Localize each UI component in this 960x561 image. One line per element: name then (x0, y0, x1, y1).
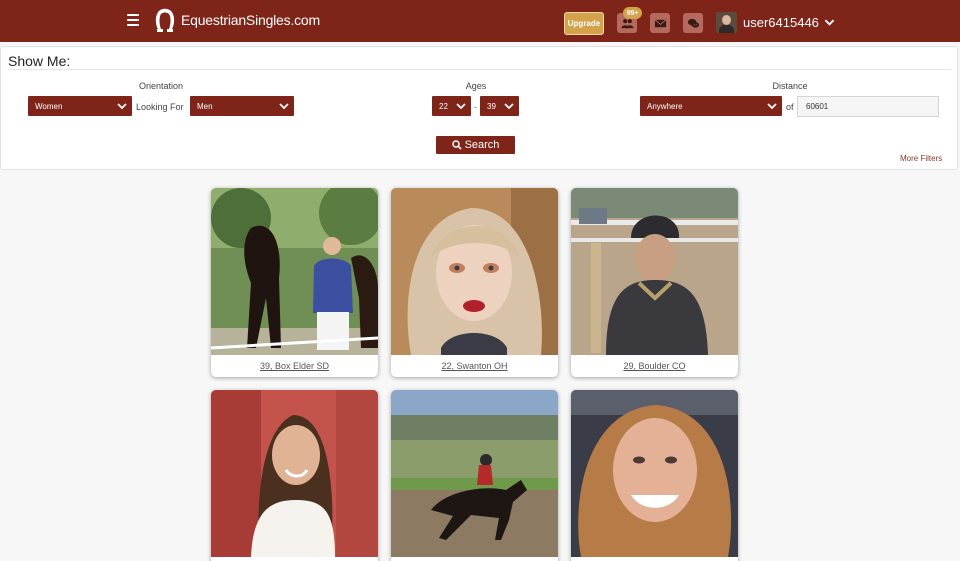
zip-code-input[interactable] (797, 96, 939, 117)
notification-badge: 99+ (623, 7, 642, 19)
profile-photo (211, 188, 378, 355)
profile-caption[interactable] (211, 557, 378, 561)
upgrade-button[interactable]: Upgrade (564, 12, 604, 35)
search-filter-panel: Show Me: Orientation Ages Distance Women… (0, 46, 958, 170)
chevron-down-icon (767, 103, 777, 110)
profile-card[interactable]: 22, Swanton OH (391, 188, 558, 377)
profile-caption[interactable]: 39, Box Elder SD (211, 355, 378, 377)
top-nav-bar: EquestrianSingles.com Upgrade 99+ user64… (0, 0, 960, 42)
profile-caption[interactable]: 29, Boulder CO (571, 355, 738, 377)
mail-button[interactable] (650, 13, 670, 33)
search-button-label: Search (464, 139, 500, 151)
menu-icon[interactable] (127, 14, 139, 26)
avatar (716, 11, 737, 33)
distance-select[interactable]: Anywhere (640, 96, 782, 116)
profile-caption[interactable]: 22, Swanton OH (391, 355, 558, 377)
horseshoe-logo-icon (155, 8, 175, 32)
profile-caption[interactable] (571, 557, 738, 561)
user-menu[interactable]: user6415446 (716, 11, 835, 33)
age-max-select[interactable]: 39 (480, 96, 519, 116)
username: user6415446 (743, 14, 819, 30)
of-label: of (786, 102, 794, 112)
orientation-label: Orientation (138, 81, 184, 91)
mail-icon (654, 18, 666, 27)
profile-card[interactable]: 39, Box Elder SD (211, 188, 378, 377)
chat-button[interactable] (683, 13, 703, 33)
search-icon (451, 140, 462, 150)
looking-for-label: Looking For (136, 102, 184, 112)
divider (8, 69, 951, 70)
site-name: EquestrianSingles.com (181, 12, 320, 28)
chevron-down-icon (456, 103, 466, 110)
site-logo[interactable]: EquestrianSingles.com (154, 7, 320, 33)
seeking-gender-select[interactable]: Women (28, 96, 132, 116)
profile-photo (391, 188, 558, 355)
distance-label: Distance (772, 81, 808, 91)
ages-label: Ages (465, 81, 487, 91)
chevron-down-icon (824, 19, 835, 26)
profile-card[interactable] (391, 390, 558, 561)
own-gender-select[interactable]: Men (190, 96, 294, 116)
age-range-separator: - (474, 102, 477, 112)
profile-card[interactable] (211, 390, 378, 561)
own-gender-value: Men (197, 101, 213, 111)
age-min-select[interactable]: 22 (432, 96, 471, 116)
profile-photo (391, 390, 558, 557)
distance-value: Anywhere (647, 101, 683, 111)
profile-caption[interactable] (391, 557, 558, 561)
chat-icon (687, 18, 699, 28)
filter-panel-title: Show Me: (8, 53, 71, 69)
chevron-down-icon (117, 103, 127, 110)
profile-card[interactable] (571, 390, 738, 561)
profile-card[interactable]: 29, Boulder CO (571, 188, 738, 377)
chevron-down-icon (279, 103, 289, 110)
age-min-value: 22 (439, 101, 448, 111)
seeking-gender-value: Women (35, 101, 63, 111)
profile-photo (571, 390, 738, 557)
profile-photo (571, 188, 738, 355)
age-max-value: 39 (487, 101, 496, 111)
more-filters-link[interactable]: More Filters (900, 154, 942, 163)
search-button[interactable]: Search (436, 136, 515, 154)
chevron-down-icon (504, 103, 514, 110)
profile-photo (211, 390, 378, 557)
